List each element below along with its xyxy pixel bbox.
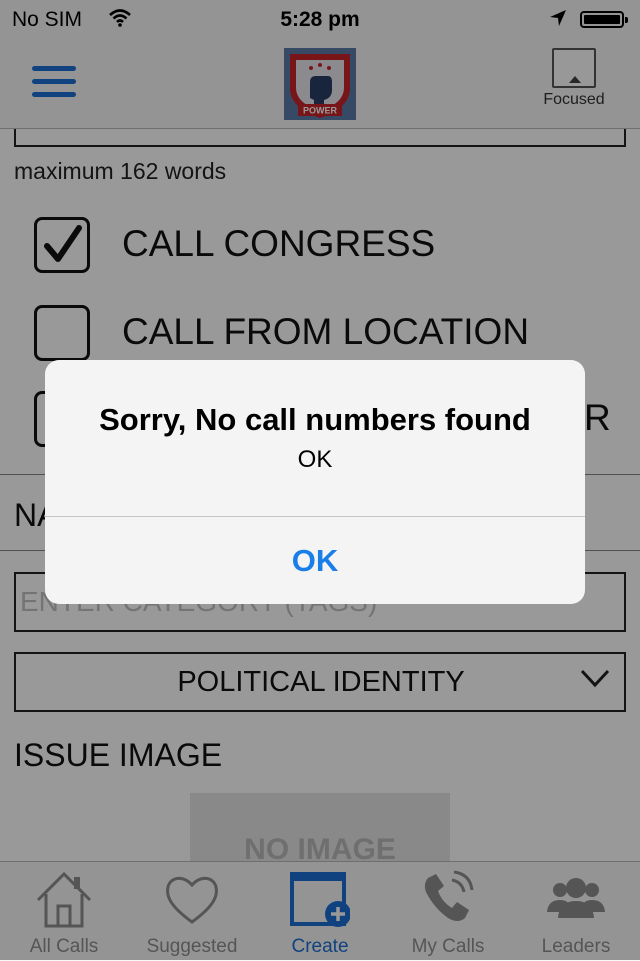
alert-ok-button[interactable]: OK <box>45 517 585 604</box>
alert-message: OK <box>297 446 333 473</box>
alert-title: Sorry, No call numbers found <box>99 402 531 437</box>
alert-dialog: Sorry, No call numbers found OK OK <box>45 360 585 604</box>
